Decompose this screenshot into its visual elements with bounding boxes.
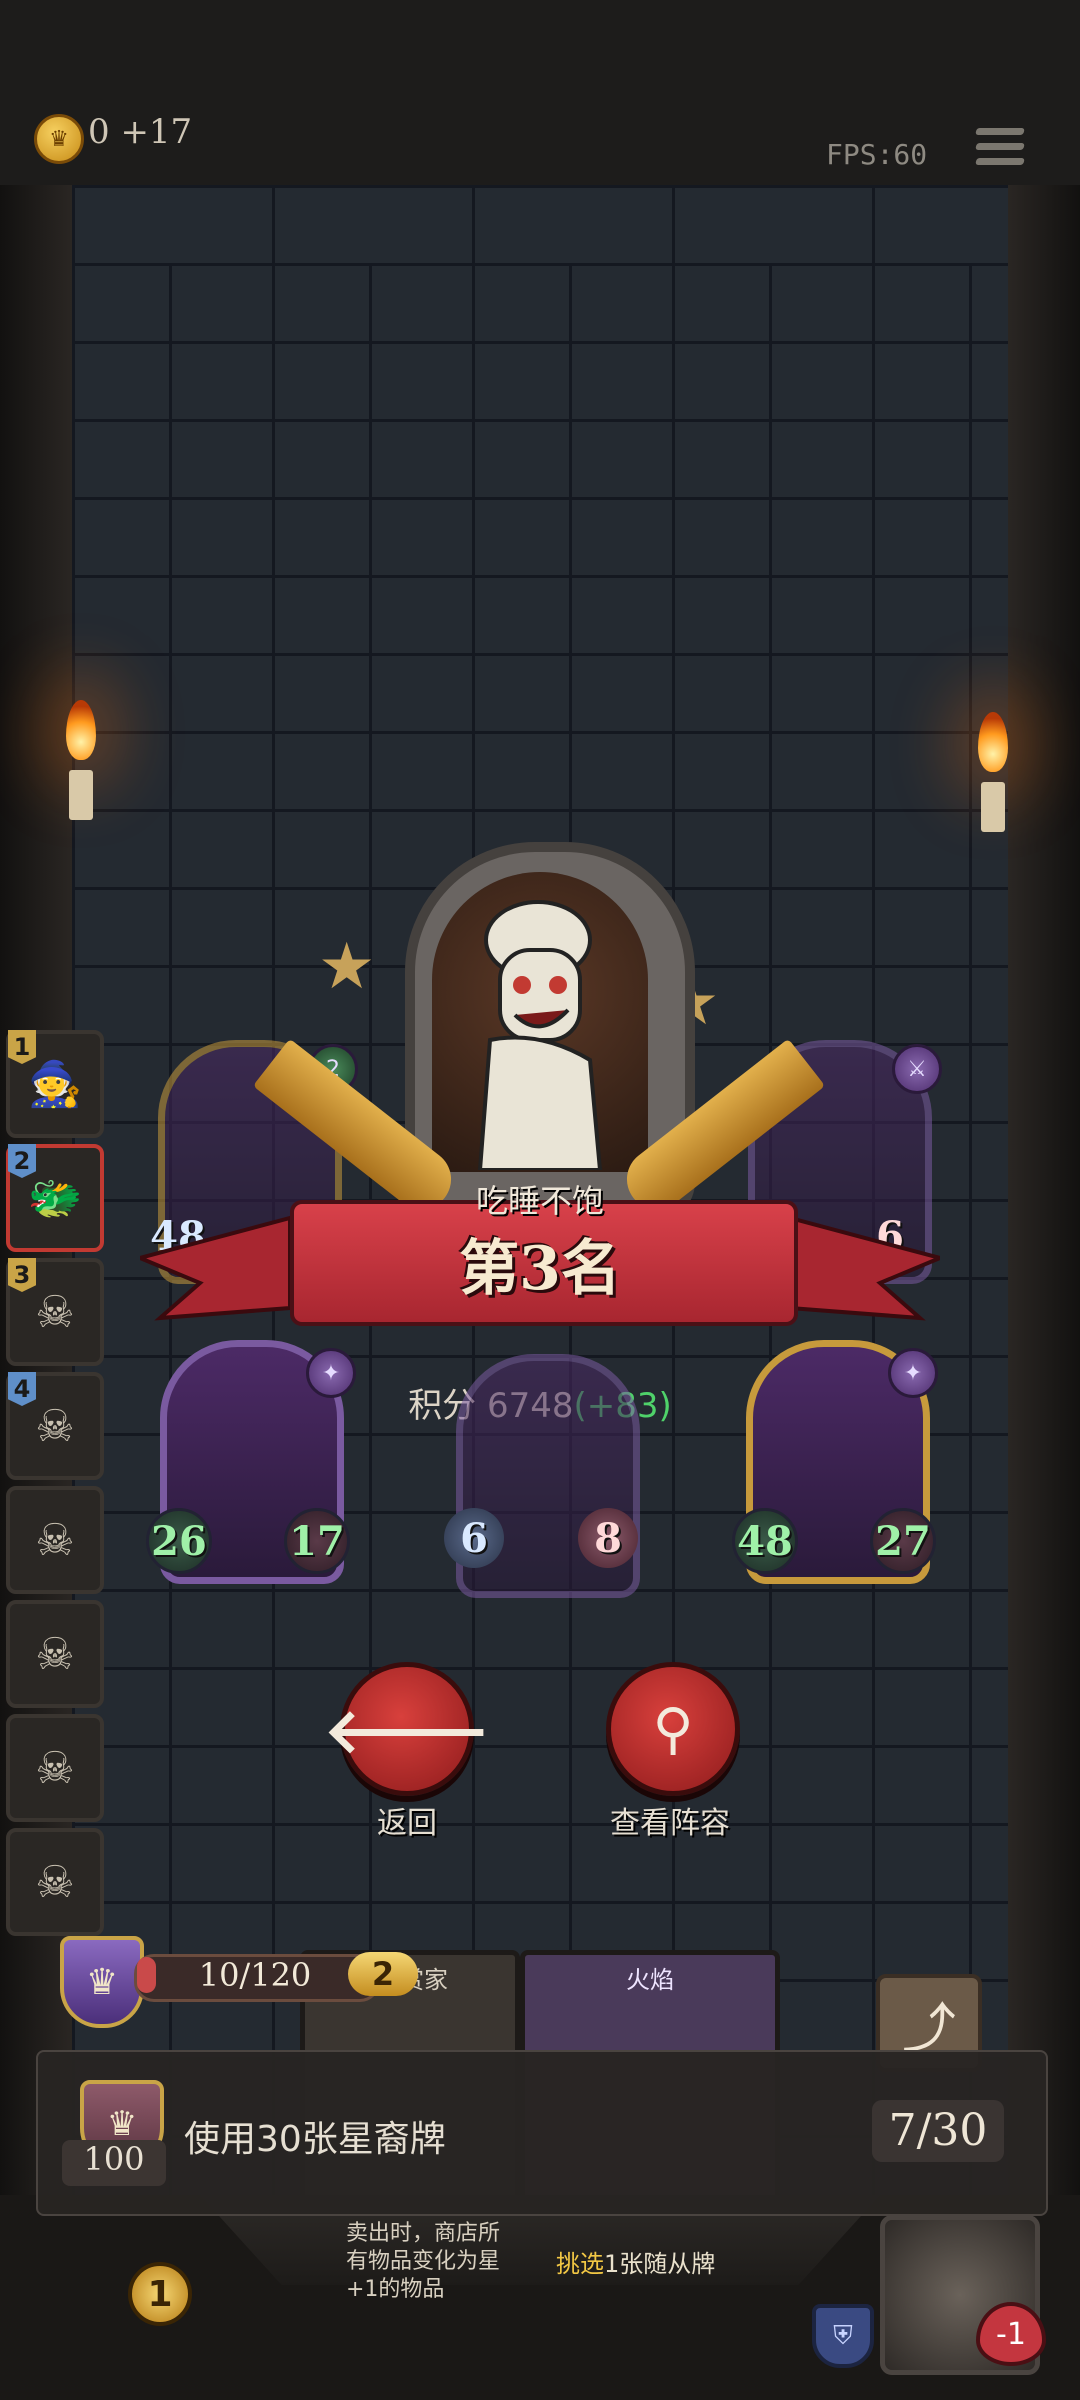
crown-coin-icon: ♛	[34, 114, 84, 164]
hand-card-description: 挑选1张随从牌	[556, 2244, 736, 2279]
gold-count: 1	[128, 2262, 192, 2326]
hanging-star-icon: ★	[318, 930, 376, 1004]
roster-slot-eliminated[interactable]: 3 ☠	[6, 1258, 104, 1366]
view-lineup-label[interactable]: 查看阵容	[590, 1798, 750, 1842]
minion-attack: 6	[444, 1508, 504, 1568]
skull-icon: ☠	[35, 1400, 75, 1452]
roster-slot-eliminated[interactable]: ☠	[6, 1486, 104, 1594]
roster-slot-active[interactable]: 2 🐲	[6, 1144, 104, 1252]
star-gem-icon: ✦	[306, 1348, 356, 1398]
right-pillar	[1008, 185, 1080, 2195]
player-avatar-icon: 🐲	[27, 1173, 83, 1224]
minion-health: 8	[578, 1508, 638, 1568]
arrow-left-icon: 🡐	[323, 1693, 491, 1767]
shield-icon: ⛨	[812, 2304, 874, 2368]
minion-health: 27	[870, 1508, 936, 1574]
roster-slot-eliminated[interactable]: ☠	[6, 1714, 104, 1822]
skull-icon: ☠	[35, 1742, 75, 1794]
view-lineup-button[interactable]: ⚲	[606, 1662, 740, 1796]
roster-rank-badge: 3	[8, 1258, 36, 1292]
minion-health: 17	[284, 1508, 350, 1574]
skull-icon: ☠	[35, 1514, 75, 1566]
back-button-label[interactable]: 返回	[340, 1798, 474, 1842]
star-gem-icon: ✦	[888, 1348, 938, 1398]
roster-slot-eliminated[interactable]: 4 ☠	[6, 1372, 104, 1480]
roster-rank-badge: 2	[8, 1144, 36, 1178]
player-name: 吃睡不饱	[475, 1182, 604, 1220]
quest-description: 使用30张星裔牌	[184, 2119, 446, 2160]
skull-icon: ☠	[35, 1856, 75, 1908]
roster-rank-badge: 4	[8, 1372, 36, 1406]
tavern-level: 2	[348, 1952, 418, 1996]
skull-icon: ☠	[35, 1628, 75, 1680]
coin-count: 0 +17	[88, 112, 193, 152]
roster-slot-eliminated[interactable]: ☠	[6, 1600, 104, 1708]
candle-icon	[981, 782, 1005, 832]
fps-counter: FPS:60	[826, 138, 928, 171]
hero-character-icon	[477, 900, 603, 1170]
magnifier-icon: ⚲	[652, 1696, 694, 1762]
menu-icon[interactable]	[975, 128, 1025, 174]
sword-gem-icon: ⚔	[892, 1044, 942, 1094]
roster-slot[interactable]: 1 🧙	[6, 1030, 104, 1138]
hand-card-text: 1张随从牌	[604, 2250, 716, 2278]
player-avatar-icon: 🧙	[27, 1059, 83, 1110]
final-rank: 第3名	[459, 1234, 621, 1304]
quest-reward: 100	[62, 2140, 166, 2186]
skull-icon: ☠	[35, 1286, 75, 1338]
tavern-crown-icon: ♛	[60, 1936, 144, 2028]
hand-card-description: 卖出时，商店所有物品变化为星+1的物品	[346, 2221, 501, 2302]
roster-rank-badge: 1	[8, 1030, 36, 1064]
back-button[interactable]: 🡐	[324, 1662, 490, 1796]
candle-icon	[69, 770, 93, 820]
roster-slot-eliminated[interactable]: ☠	[6, 1828, 104, 1936]
hand-card-title: 火焰	[626, 1966, 674, 1994]
minion-attack: 48	[732, 1508, 798, 1574]
minion-attack: 26	[146, 1508, 212, 1574]
hand-card-keyword: 挑选	[556, 2250, 604, 2278]
exp-text: 10/120	[198, 1956, 312, 1994]
quest-progress: 7/30	[872, 2100, 1004, 2162]
